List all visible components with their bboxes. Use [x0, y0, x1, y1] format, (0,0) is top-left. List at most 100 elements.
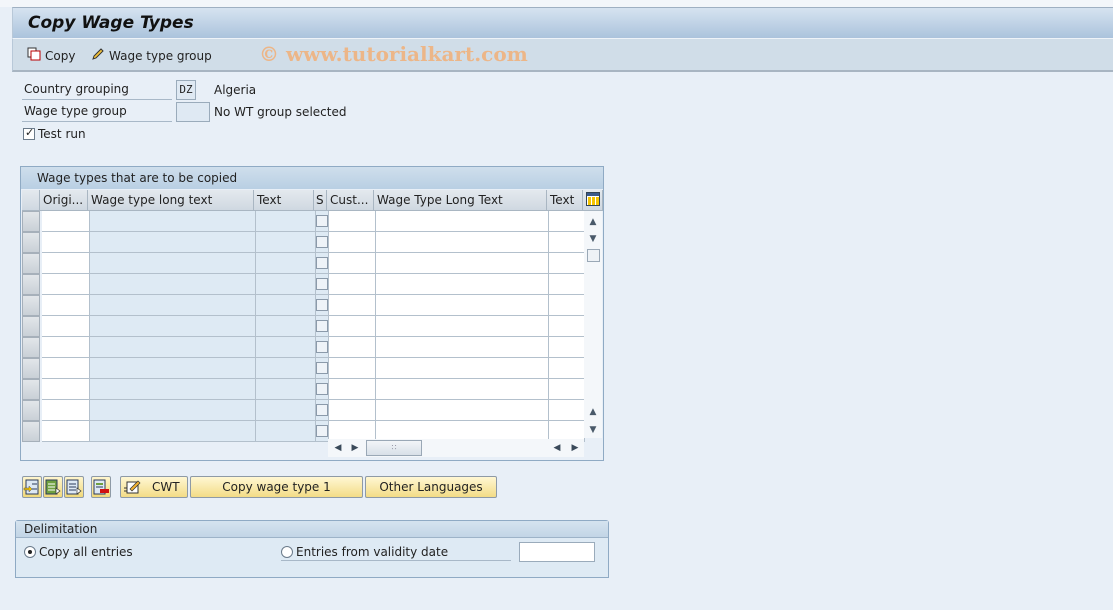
row-checkbox[interactable]	[316, 404, 328, 416]
cell-text-2[interactable]	[549, 337, 585, 358]
cell-wage-type-long-text-2[interactable]	[376, 316, 549, 337]
cell-s[interactable]	[316, 379, 329, 400]
scroll-down-icon[interactable]: ▼	[587, 232, 599, 246]
row-selector[interactable]	[22, 316, 40, 337]
cell-wage-type-long-text-2[interactable]	[376, 253, 549, 274]
row-selector[interactable]	[22, 358, 40, 379]
cell-s[interactable]	[316, 232, 329, 253]
cell-text-2[interactable]	[549, 253, 585, 274]
other-languages-button[interactable]: Other Languages	[365, 476, 497, 498]
cell-customer[interactable]	[329, 379, 376, 400]
cell-wage-type-long-text-2[interactable]	[376, 400, 549, 421]
row-selector[interactable]	[22, 274, 40, 295]
scroll-left-icon[interactable]: ◀	[331, 441, 345, 455]
row-checkbox[interactable]	[316, 299, 328, 311]
cell-wage-type-long-text-2[interactable]	[376, 274, 549, 295]
cell-text-2[interactable]	[549, 316, 585, 337]
cell-customer[interactable]	[329, 316, 376, 337]
delete-row-button[interactable]	[91, 476, 111, 498]
cell-original[interactable]	[42, 211, 90, 232]
deselect-all-button[interactable]	[64, 476, 84, 498]
row-checkbox[interactable]	[316, 215, 328, 227]
column-settings-button[interactable]	[583, 190, 603, 211]
cell-original[interactable]	[42, 274, 90, 295]
cell-text-2[interactable]	[549, 295, 585, 316]
validity-date-input[interactable]	[519, 542, 595, 562]
cell-original[interactable]	[42, 400, 90, 421]
cell-original[interactable]	[42, 295, 90, 316]
copy-wage-type-button[interactable]: Copy wage type 1	[190, 476, 363, 498]
cell-wage-type-long-text-2[interactable]	[376, 232, 549, 253]
cell-text-2[interactable]	[549, 358, 585, 379]
row-selector[interactable]	[22, 337, 40, 358]
scroll-left-end-icon[interactable]: ◀	[550, 441, 564, 455]
hscroll-thumb[interactable]: ∷	[366, 440, 422, 456]
cwt-button[interactable]: CWT	[120, 476, 188, 498]
row-selector[interactable]	[22, 400, 40, 421]
wage-type-group-input[interactable]	[176, 102, 210, 122]
row-selector[interactable]	[22, 211, 40, 232]
cell-original[interactable]	[42, 421, 90, 442]
cell-original[interactable]	[42, 253, 90, 274]
insert-row-button[interactable]	[22, 476, 42, 498]
copy-all-entries-option[interactable]: Copy all entries	[24, 545, 133, 559]
cell-customer[interactable]	[329, 253, 376, 274]
row-selector[interactable]	[22, 421, 40, 442]
row-checkbox[interactable]	[316, 278, 328, 290]
cell-wage-type-long-text-2[interactable]	[376, 358, 549, 379]
row-checkbox[interactable]	[316, 341, 328, 353]
cell-s[interactable]	[316, 400, 329, 421]
cell-s[interactable]	[316, 316, 329, 337]
cell-s[interactable]	[316, 211, 329, 232]
cell-s[interactable]	[316, 295, 329, 316]
column-header-text-2[interactable]: Text	[547, 190, 583, 211]
cell-wage-type-long-text-2[interactable]	[376, 379, 549, 400]
copy-button[interactable]: Copy	[27, 47, 75, 64]
select-all-button[interactable]	[43, 476, 63, 498]
row-checkbox[interactable]	[316, 257, 328, 269]
cell-wage-type-long-text-2[interactable]	[376, 337, 549, 358]
wage-type-group-button[interactable]: Wage type group	[91, 47, 212, 64]
scroll-page-up-icon[interactable]: ▲	[587, 405, 599, 419]
cell-customer[interactable]	[329, 400, 376, 421]
cell-original[interactable]	[42, 337, 90, 358]
column-header-wage-type-long-text[interactable]: Wage type long text	[88, 190, 254, 211]
horizontal-scrollbar[interactable]: ◀ ▶ ∷ ◀ ▶	[328, 439, 584, 457]
column-header-text[interactable]: Text	[254, 190, 314, 211]
test-run-checkbox[interactable]	[23, 126, 35, 140]
cell-original[interactable]	[42, 316, 90, 337]
scroll-up-icon[interactable]: ▲	[587, 215, 599, 229]
row-checkbox[interactable]	[316, 362, 328, 374]
scroll-right-end-icon[interactable]: ▶	[568, 441, 582, 455]
row-checkbox[interactable]	[316, 383, 328, 395]
column-header-wage-type-long-text-2[interactable]: Wage Type Long Text	[374, 190, 547, 211]
cell-wage-type-long-text-2[interactable]	[376, 211, 549, 232]
select-all-header[interactable]	[22, 190, 40, 211]
row-checkbox[interactable]	[316, 236, 328, 248]
scroll-thumb[interactable]	[587, 249, 600, 262]
cell-text-2[interactable]	[549, 211, 585, 232]
cell-text-2[interactable]	[549, 274, 585, 295]
cell-text-2[interactable]	[549, 232, 585, 253]
row-checkbox[interactable]	[316, 320, 328, 332]
cell-wage-type-long-text-2[interactable]	[376, 295, 549, 316]
cell-original[interactable]	[42, 358, 90, 379]
cell-text-2[interactable]	[549, 400, 585, 421]
copy-all-entries-radio[interactable]	[24, 546, 36, 558]
column-header-s[interactable]: S	[314, 190, 327, 211]
cell-customer[interactable]	[329, 358, 376, 379]
cell-customer[interactable]	[329, 211, 376, 232]
scroll-right-icon[interactable]: ▶	[348, 441, 362, 455]
cell-original[interactable]	[42, 379, 90, 400]
vertical-scrollbar[interactable]: ▲ ▼ ▲ ▼	[584, 211, 602, 438]
entries-from-validity-option[interactable]: Entries from validity date	[281, 545, 511, 561]
row-selector[interactable]	[22, 253, 40, 274]
entries-from-validity-radio[interactable]	[281, 546, 293, 558]
column-header-original[interactable]: Origi...	[40, 190, 88, 211]
cell-customer[interactable]	[329, 232, 376, 253]
row-checkbox[interactable]	[316, 425, 328, 437]
column-header-customer[interactable]: Cust...	[327, 190, 374, 211]
row-selector[interactable]	[22, 379, 40, 400]
cell-s[interactable]	[316, 358, 329, 379]
cell-s[interactable]	[316, 337, 329, 358]
